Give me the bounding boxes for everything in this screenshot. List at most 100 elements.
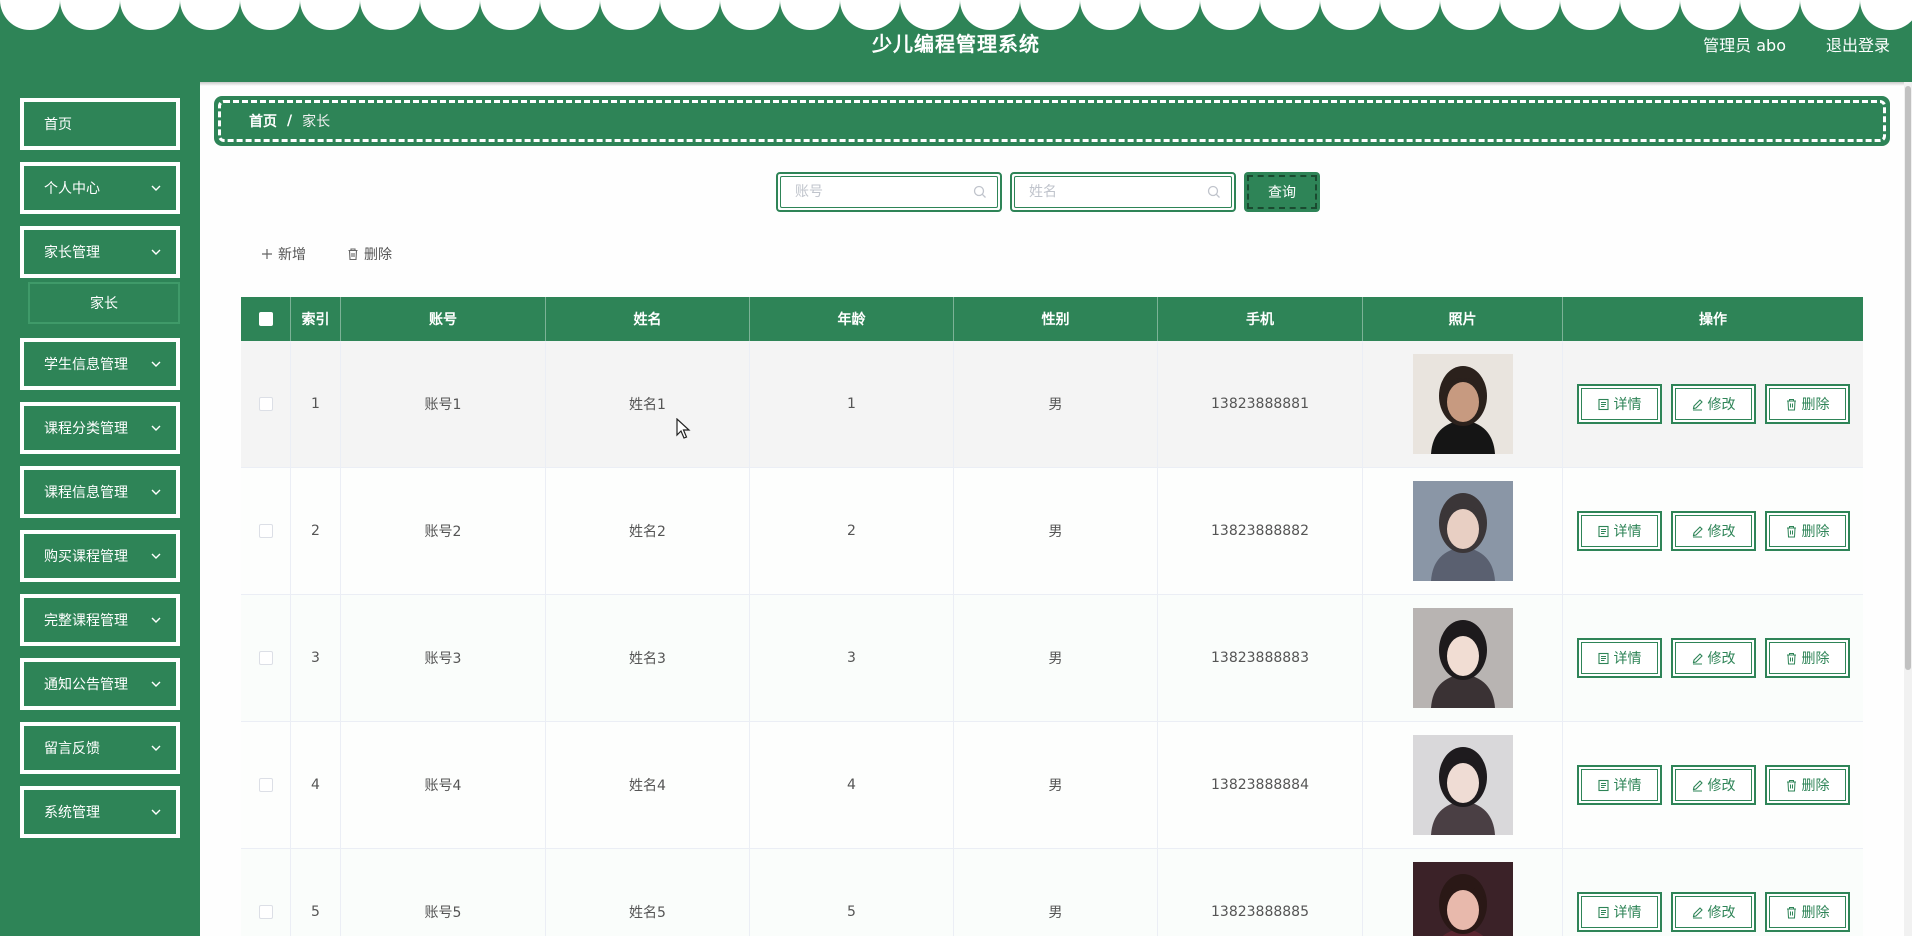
detail-button[interactable]: 详情 [1576, 511, 1662, 551]
delete-button[interactable]: 删除 [1764, 892, 1850, 932]
sidebar-item-label: 首页 [44, 117, 72, 133]
sidebar-item-student-info[interactable]: 学生信息管理 [20, 338, 180, 390]
mouse-cursor-icon [676, 418, 691, 439]
cell-photo [1363, 722, 1563, 848]
sidebar-item-system[interactable]: 系统管理 [20, 786, 180, 838]
row-checkbox[interactable] [258, 651, 273, 665]
edit-button[interactable]: 修改 [1670, 765, 1756, 805]
scallop-circle [1680, 0, 1740, 30]
sidebar-item-parent-management[interactable]: 家长管理 [20, 226, 180, 278]
pencil-icon [1692, 906, 1703, 919]
table-row[interactable]: 2 账号2 姓名2 2 男 13823888882 详情 修改 删除 [241, 468, 1863, 595]
detail-button[interactable]: 详情 [1576, 765, 1662, 805]
detail-button[interactable]: 详情 [1576, 638, 1662, 678]
select-all-checkbox[interactable] [258, 312, 273, 326]
sidebar-item-home[interactable]: 首页 [20, 98, 180, 150]
scallop-circle [1620, 0, 1680, 30]
sidebar-item-course-category[interactable]: 课程分类管理 [20, 402, 180, 454]
avatar-photo [1412, 608, 1513, 708]
edit-button-label: 修改 [1707, 524, 1736, 540]
edit-button-label: 修改 [1707, 905, 1736, 921]
scallop-circle [1860, 0, 1912, 30]
delete-button[interactable]: 删除 [1764, 765, 1850, 805]
cell-actions: 详情 修改 删除 [1563, 595, 1863, 721]
scallop-circle [420, 0, 480, 30]
cell-actions: 详情 修改 删除 [1563, 341, 1863, 467]
edit-button[interactable]: 修改 [1670, 384, 1756, 424]
name-search-field [1010, 172, 1236, 212]
sidebar-item-notice[interactable]: 通知公告管理 [20, 658, 180, 710]
column-header-name: 姓名 [546, 297, 750, 341]
scallop-circle [1320, 0, 1380, 30]
scallop-circle [1380, 0, 1440, 30]
sidebar-item-purchase-course[interactable]: 购买课程管理 [20, 530, 180, 582]
table-row[interactable]: 5 账号5 姓名5 5 男 13823888885 详情 修改 删除 [241, 849, 1863, 936]
query-button[interactable]: 查询 [1244, 172, 1320, 212]
sidebar-item-label: 留言反馈 [44, 741, 100, 757]
cell-gender: 男 [954, 722, 1158, 848]
edit-button[interactable]: 修改 [1670, 511, 1756, 551]
logout-link[interactable]: 退出登录 [1826, 32, 1890, 56]
scrollbar-thumb[interactable] [1905, 86, 1911, 670]
cell-photo [1363, 595, 1563, 721]
scallop-circle [60, 0, 120, 30]
sidebar-item-label: 系统管理 [44, 805, 100, 821]
name-search-input[interactable] [1029, 184, 1207, 200]
delete-button[interactable]: 删除 [1764, 384, 1850, 424]
row-select-cell [241, 341, 291, 467]
table-row[interactable]: 1 账号1 姓名1 1 男 13823888881 详情 修改 删除 [241, 341, 1863, 468]
cell-phone: 13823888885 [1158, 849, 1363, 936]
avatar-photo [1412, 862, 1513, 936]
cell-gender: 男 [954, 849, 1158, 936]
cell-phone: 13823888884 [1158, 722, 1363, 848]
scallop-circle [180, 0, 240, 30]
row-select-cell [241, 468, 291, 594]
edit-button[interactable]: 修改 [1670, 638, 1756, 678]
app-title: 少儿编程管理系统 [872, 32, 1040, 56]
query-button-label: 查询 [1247, 175, 1317, 209]
cell-name: 姓名5 [546, 849, 750, 936]
edit-button[interactable]: 修改 [1670, 892, 1756, 932]
delete-button[interactable]: 删除 [1764, 511, 1850, 551]
cell-age: 3 [750, 595, 954, 721]
trash-icon [1786, 779, 1796, 791]
scallop-circle [1020, 0, 1080, 30]
scallop-circle [840, 0, 900, 30]
chevron-down-icon [151, 553, 161, 559]
sidebar-item-course-info[interactable]: 课程信息管理 [20, 466, 180, 518]
table-header: 索引 账号 姓名 年龄 性别 手机 照片 操作 [241, 297, 1863, 341]
sidebar-subitem-parent[interactable]: 家长 [28, 282, 180, 324]
row-checkbox[interactable] [258, 397, 273, 411]
cell-index: 4 [291, 722, 341, 848]
cell-age: 4 [750, 722, 954, 848]
row-checkbox[interactable] [258, 905, 273, 919]
chevron-down-icon [151, 361, 161, 367]
scallop-circle [780, 0, 840, 30]
scallop-circle [1440, 0, 1500, 30]
scallop-circle [900, 0, 960, 30]
delete-button[interactable]: 删除 [1764, 638, 1850, 678]
sidebar-item-feedback[interactable]: 留言反馈 [20, 722, 180, 774]
bulk-delete-button[interactable]: 删除 [346, 244, 392, 264]
row-checkbox[interactable] [258, 524, 273, 538]
table-row[interactable]: 4 账号4 姓名4 4 男 13823888884 详情 修改 删除 [241, 722, 1863, 849]
scallop-circle [1080, 0, 1140, 30]
account-search-input[interactable] [795, 184, 973, 200]
delete-button-label: 删除 [1801, 524, 1830, 540]
scallop-circle [240, 0, 300, 30]
pencil-icon [1692, 525, 1703, 538]
breadcrumb-home[interactable]: 首页 [249, 111, 277, 131]
sidebar-item-complete-course[interactable]: 完整课程管理 [20, 594, 180, 646]
cell-phone: 13823888882 [1158, 468, 1363, 594]
sidebar-item-profile[interactable]: 个人中心 [20, 162, 180, 214]
breadcrumb-inner: 首页 / 家长 [218, 100, 1886, 142]
detail-button[interactable]: 详情 [1576, 892, 1662, 932]
row-checkbox[interactable] [258, 778, 273, 792]
sidebar-item-label: 购买课程管理 [44, 549, 128, 565]
scallop-circle [1140, 0, 1200, 30]
detail-button[interactable]: 详情 [1576, 384, 1662, 424]
table-row[interactable]: 3 账号3 姓名3 3 男 13823888883 详情 修改 删除 [241, 595, 1863, 722]
select-all-cell [241, 297, 291, 341]
chevron-down-icon [151, 489, 161, 495]
add-button[interactable]: 新增 [260, 244, 306, 264]
